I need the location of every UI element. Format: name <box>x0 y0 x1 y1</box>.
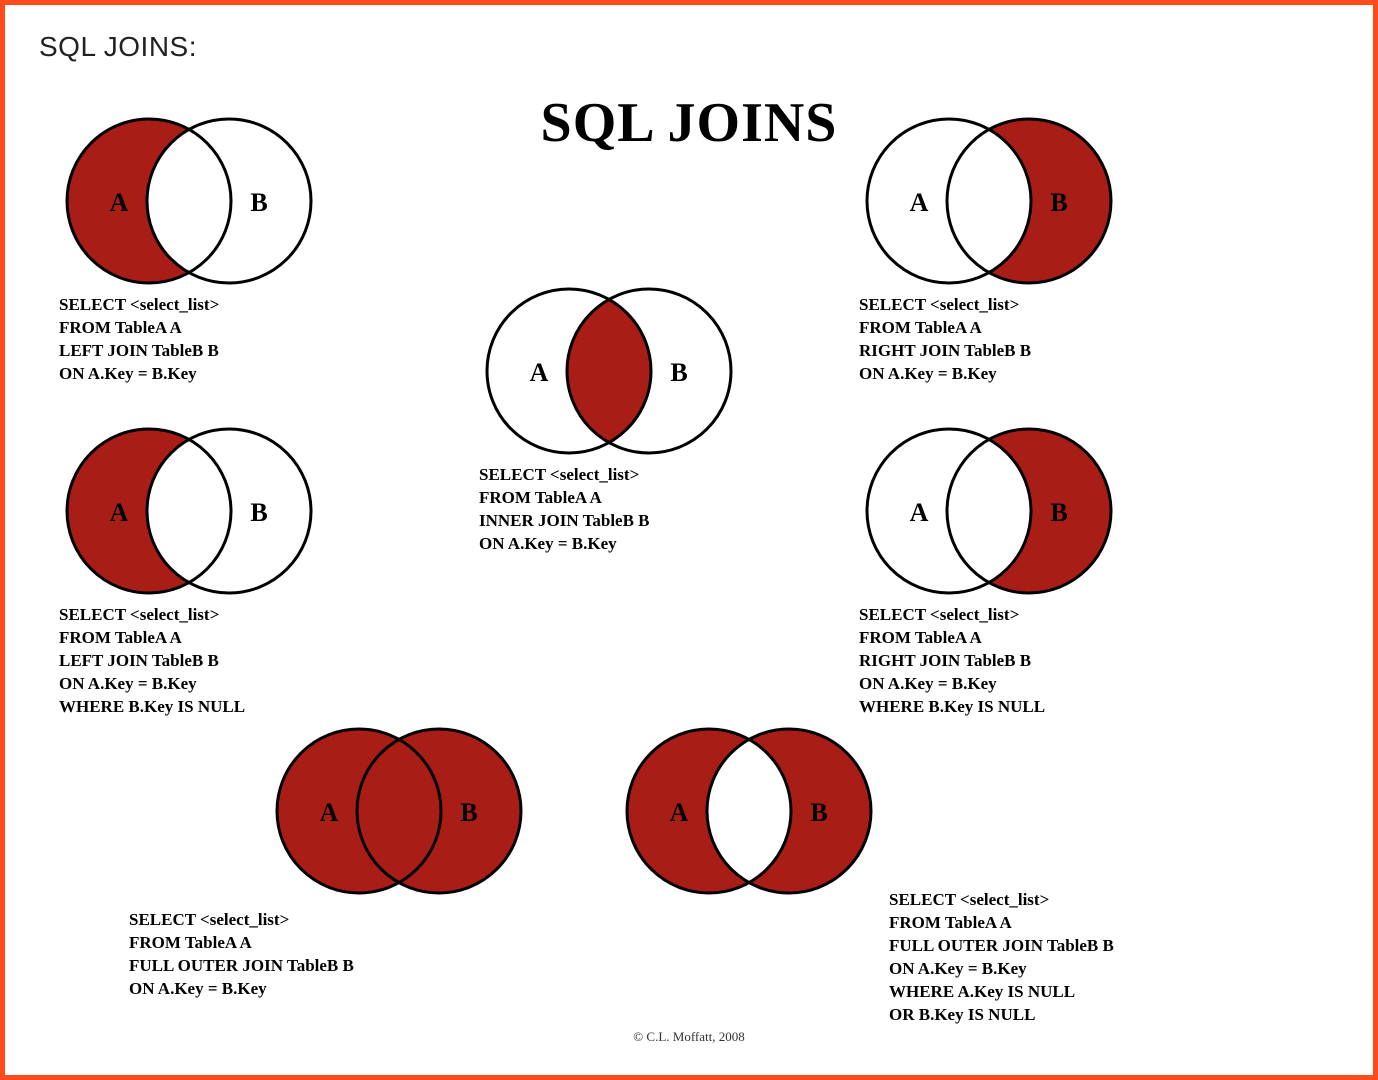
label-a: A <box>530 358 549 387</box>
label-a: A <box>110 188 129 217</box>
sql-left-excl: SELECT <select_list> FROM TableA A LEFT … <box>59 604 319 719</box>
diagram-canvas: SQL JOINS A B SELECT <select_list> FROM … <box>39 73 1339 1053</box>
venn-full-svg: A B <box>269 723 529 898</box>
label-a: A <box>320 798 339 827</box>
sql-joins-cheatsheet: SQL JOINS: SQL JOINS A B SELECT <select_… <box>0 0 1378 1080</box>
label-b: B <box>250 498 267 527</box>
label-a: A <box>670 798 689 827</box>
label-b: B <box>1050 498 1067 527</box>
venn-inner-svg: A B <box>479 283 739 458</box>
sql-full: SELECT <select_list> FROM TableA A FULL … <box>129 909 354 1001</box>
sql-full-excl: SELECT <select_list> FROM TableA A FULL … <box>889 889 1114 1027</box>
label-a: A <box>910 188 929 217</box>
sql-left-join: SELECT <select_list> FROM TableA A LEFT … <box>59 294 319 386</box>
label-a: A <box>110 498 129 527</box>
page-label: SQL JOINS: <box>39 31 1343 63</box>
sql-right-join: SELECT <select_list> FROM TableA A RIGHT… <box>859 294 1119 386</box>
label-b: B <box>250 188 267 217</box>
label-a: A <box>910 498 929 527</box>
venn-left-excl-svg: A B <box>59 423 319 598</box>
label-b: B <box>1050 188 1067 217</box>
venn-right-excl: A B SELECT <select_list> FROM TableA A R… <box>859 423 1119 719</box>
venn-left-join-svg: A B <box>59 113 319 288</box>
venn-full-excl: A B SELECT <select_list> FROM TableA A F… <box>619 723 879 898</box>
label-b: B <box>460 798 477 827</box>
venn-right-join-svg: A B <box>859 113 1119 288</box>
label-b: B <box>670 358 687 387</box>
venn-left-join: A B SELECT <select_list> FROM TableA A L… <box>59 113 319 386</box>
credit-line: © C.L. Moffatt, 2008 <box>39 1029 1339 1045</box>
venn-full-excl-svg: A B <box>619 723 879 898</box>
sql-right-excl: SELECT <select_list> FROM TableA A RIGHT… <box>859 604 1119 719</box>
venn-full-join: A B SELECT <select_list> FROM TableA A F… <box>269 723 529 898</box>
venn-right-excl-svg: A B <box>859 423 1119 598</box>
sql-inner: SELECT <select_list> FROM TableA A INNER… <box>479 464 739 556</box>
label-b: B <box>810 798 827 827</box>
venn-left-excl: A B SELECT <select_list> FROM TableA A L… <box>59 423 319 719</box>
venn-inner-join: A B SELECT <select_list> FROM TableA A I… <box>479 283 739 556</box>
venn-right-join: A B SELECT <select_list> FROM TableA A R… <box>859 113 1119 386</box>
